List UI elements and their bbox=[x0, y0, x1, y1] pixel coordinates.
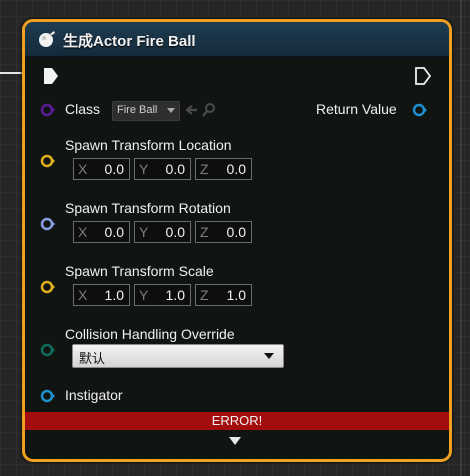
spawn-rotation-label: Spawn Transform Rotation bbox=[65, 200, 231, 216]
collision-dropdown[interactable]: 默认 bbox=[72, 344, 284, 368]
class-select-value: Fire Ball bbox=[117, 104, 158, 116]
spawn-location-vector: X 0.0 Y 0.0 Z 0.0 bbox=[73, 158, 252, 180]
return-value-pin[interactable] bbox=[412, 102, 428, 118]
class-label: Class bbox=[65, 101, 101, 117]
spawn-actor-node[interactable]: 生成Actor Fire Ball Class Fire Ball Return… bbox=[22, 19, 452, 462]
exec-output-pin[interactable] bbox=[414, 67, 432, 85]
error-banner: ERROR! bbox=[25, 412, 449, 430]
class-pin[interactable] bbox=[40, 102, 56, 118]
exec-input-pin[interactable] bbox=[42, 67, 60, 85]
spawn-scale-y-field[interactable]: Y 1.0 bbox=[134, 284, 191, 306]
spawn-scale-vector: X 1.0 Y 1.0 Z 1.0 bbox=[73, 284, 252, 306]
browse-asset-icon[interactable] bbox=[201, 102, 217, 118]
return-value-label: Return Value bbox=[316, 101, 397, 117]
spawn-location-x-field[interactable]: X 0.0 bbox=[73, 158, 130, 180]
spawn-scale-pin[interactable] bbox=[40, 279, 56, 295]
spawn-scale-z-field[interactable]: Z 1.0 bbox=[195, 284, 252, 306]
error-text: ERROR! bbox=[211, 413, 263, 428]
chevron-down-icon bbox=[264, 353, 274, 359]
collision-dropdown-value: 默认 bbox=[79, 351, 106, 366]
spawn-rotation-z-field[interactable]: Z 0.0 bbox=[195, 221, 252, 243]
spawn-location-y-field[interactable]: Y 0.0 bbox=[134, 158, 191, 180]
spawn-location-pin[interactable] bbox=[40, 153, 56, 169]
collision-pin[interactable] bbox=[40, 342, 56, 358]
graph-background-line bbox=[460, 0, 462, 476]
spawn-rotation-x-field[interactable]: X 0.0 bbox=[73, 221, 130, 243]
spawn-rotation-pin[interactable] bbox=[40, 216, 56, 232]
node-header[interactable]: 生成Actor Fire Ball bbox=[25, 22, 449, 57]
collision-label: Collision Handling Override bbox=[65, 326, 235, 342]
chevron-down-icon bbox=[167, 108, 175, 113]
expand-arrow-icon[interactable] bbox=[228, 436, 242, 446]
node-title: 生成Actor Fire Ball bbox=[63, 33, 196, 50]
instigator-label: Instigator bbox=[65, 387, 123, 403]
spawn-location-label: Spawn Transform Location bbox=[65, 137, 232, 153]
spawn-rotation-vector: X 0.0 Y 0.0 Z 0.0 bbox=[73, 221, 252, 243]
spawn-location-z-field[interactable]: Z 0.0 bbox=[195, 158, 252, 180]
spawn-actor-icon bbox=[39, 31, 55, 47]
spawn-rotation-y-field[interactable]: Y 0.0 bbox=[134, 221, 191, 243]
spawn-scale-x-field[interactable]: X 1.0 bbox=[73, 284, 130, 306]
instigator-pin[interactable] bbox=[40, 388, 56, 404]
use-selected-asset-icon[interactable] bbox=[183, 102, 199, 118]
class-select[interactable]: Fire Ball bbox=[112, 101, 180, 121]
spawn-scale-label: Spawn Transform Scale bbox=[65, 263, 214, 279]
